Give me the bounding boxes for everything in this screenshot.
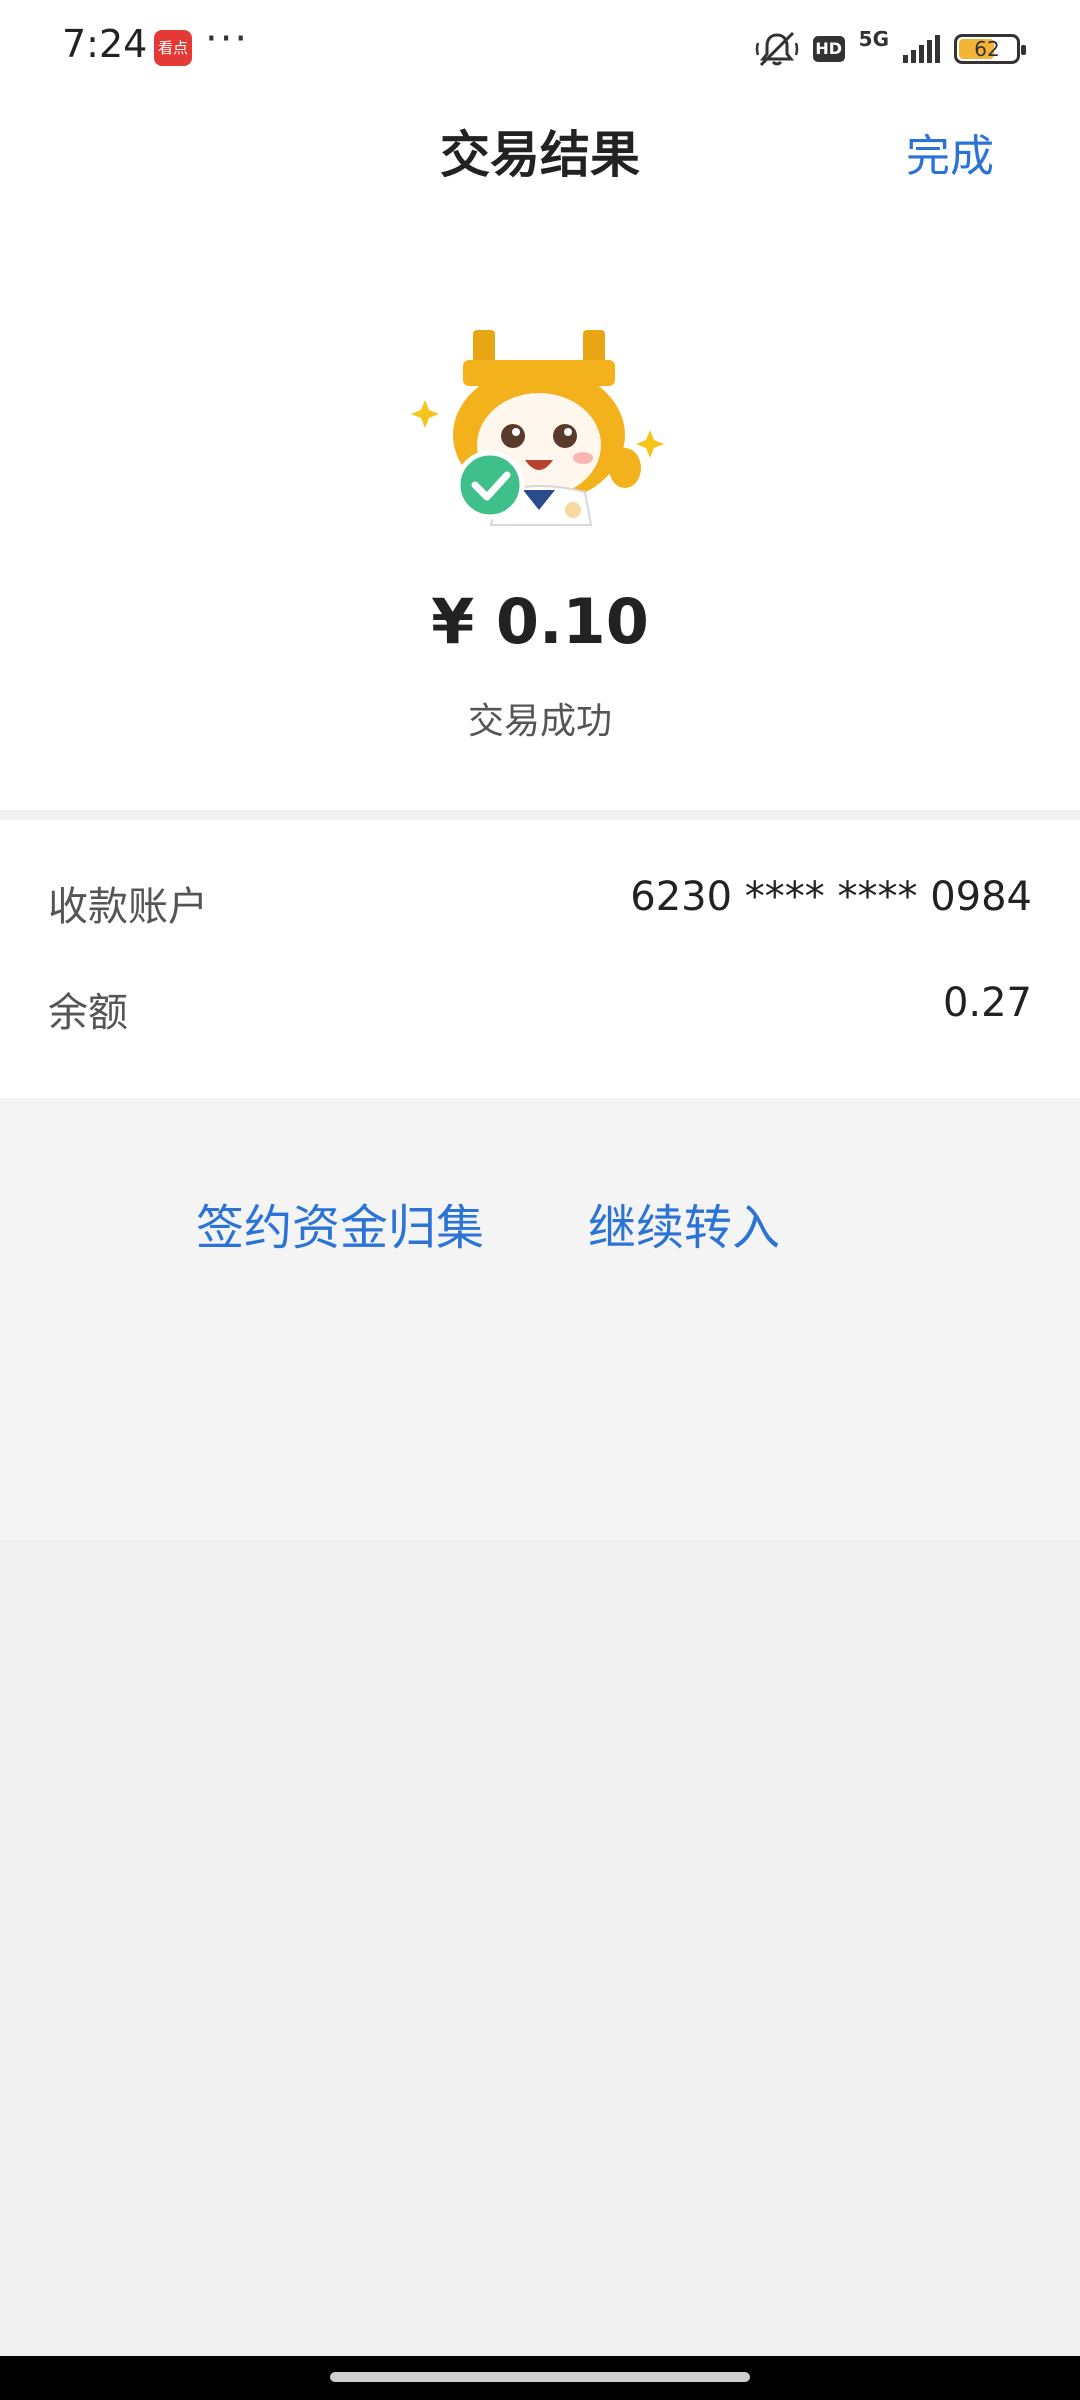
hd-icon: HD	[812, 36, 845, 62]
transaction-amount: ¥ 0.10	[431, 585, 649, 658]
network-type: 5G	[858, 27, 889, 51]
vibrate-mute-icon	[755, 31, 798, 67]
balance-label: 余额	[48, 990, 128, 1036]
status-bar: 7:24 看点 ··· HD 5G 62	[0, 0, 1080, 90]
action-area: 签约资金归集 继续转入	[0, 1098, 1080, 1540]
sign-fund-collection-button[interactable]: 签约资金归集	[196, 1188, 484, 1258]
more-notifications-icon: ···	[205, 16, 250, 62]
app-notification-icon: 看点	[154, 30, 192, 66]
status-time: 7:24	[62, 22, 148, 66]
home-indicator[interactable]	[330, 2372, 750, 2382]
signal-icon	[903, 35, 940, 63]
balance-value: 0.27	[942, 980, 1032, 1026]
detail-row-account: 收款账户 6230 **** **** 0984	[48, 874, 1032, 934]
account-value: 6230 **** **** 0984	[630, 874, 1032, 920]
battery-icon: 62	[954, 34, 1026, 64]
transaction-status: 交易成功	[467, 701, 612, 742]
done-button[interactable]: 完成	[906, 120, 994, 184]
account-label: 收款账户	[48, 884, 208, 930]
status-icons: HD 5G 62	[755, 26, 1026, 72]
battery-percent: 62	[974, 37, 1000, 61]
continue-transfer-button[interactable]: 继续转入	[588, 1188, 780, 1258]
detail-row-balance: 余额 0.27	[48, 980, 1032, 1040]
navigation-bar	[0, 2356, 1080, 2400]
success-mascot-icon	[411, 330, 664, 526]
transaction-details: 收款账户 6230 **** **** 0984 余额 0.27	[0, 820, 1080, 1098]
